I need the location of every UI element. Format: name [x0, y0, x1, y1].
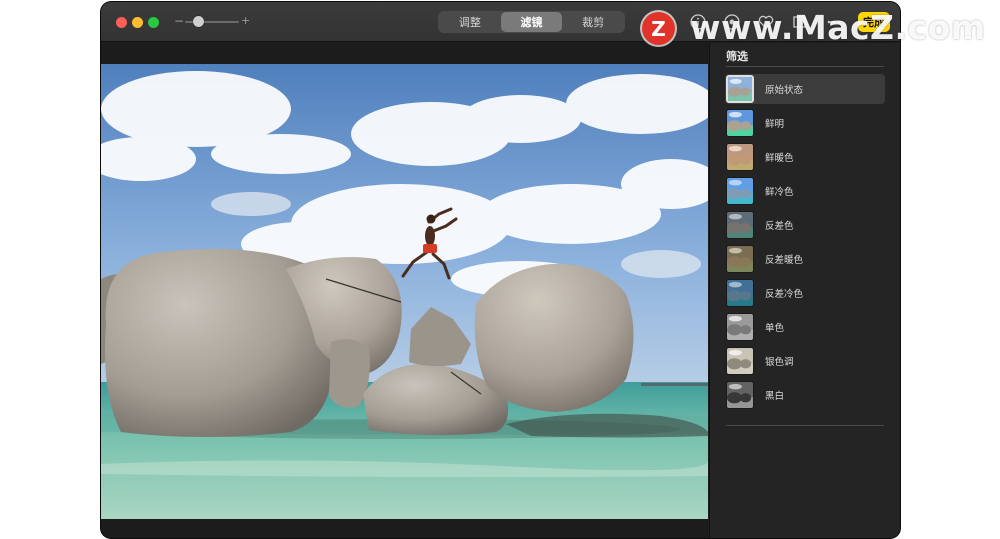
minimize-window-button[interactable]	[132, 17, 143, 28]
filter-thumbnail	[726, 245, 754, 273]
filter-thumbnail	[726, 279, 754, 307]
filter-label: 反差色	[765, 221, 794, 232]
filter-item[interactable]: 反差色	[725, 210, 885, 240]
filter-thumbnail	[726, 211, 754, 239]
macz-logo: Z	[642, 12, 675, 45]
tab-crop[interactable]: 裁剪	[562, 12, 624, 32]
close-window-button[interactable]	[116, 17, 127, 28]
photos-edit-window: − + 调整 滤镜 裁剪 完成 筛选 原始状态 鲜明 鲜暖色 鲜冷色 反差色 反…	[101, 2, 900, 538]
filter-label: 银色调	[765, 357, 794, 368]
filter-item[interactable]: 原始状态	[725, 74, 885, 104]
watermark-text: www.MacZ.com	[690, 8, 986, 47]
filter-item[interactable]: 鲜冷色	[725, 176, 885, 206]
tab-filters[interactable]: 滤镜	[500, 12, 563, 32]
tab-adjust[interactable]: 调整	[439, 12, 501, 32]
beach-rocks-photo	[101, 64, 708, 519]
filter-label: 单色	[765, 323, 785, 334]
edit-mode-segmented-control: 调整 滤镜 裁剪	[438, 11, 625, 33]
filter-label: 原始状态	[765, 85, 804, 96]
filter-label: 反差冷色	[765, 289, 804, 300]
filter-item[interactable]: 银色调	[725, 346, 885, 376]
filter-item[interactable]: 反差暖色	[725, 244, 885, 274]
filter-label: 黑白	[765, 391, 785, 402]
filter-thumbnail	[726, 177, 754, 205]
filter-label: 鲜暖色	[765, 153, 794, 164]
filter-item[interactable]: 单色	[725, 312, 885, 342]
filter-item[interactable]: 黑白	[725, 380, 885, 410]
filter-item[interactable]: 鲜暖色	[725, 142, 885, 172]
filter-thumbnail	[726, 347, 754, 375]
filter-label: 反差暖色	[765, 255, 804, 266]
filter-label: 鲜明	[765, 119, 785, 130]
filter-thumbnail	[726, 143, 754, 171]
zoom-out-icon[interactable]: −	[174, 14, 184, 28]
zoom-in-icon[interactable]: +	[241, 14, 250, 27]
panel-divider	[726, 66, 884, 67]
zoom-slider-thumb[interactable]	[193, 16, 204, 27]
filter-thumbnail	[726, 381, 754, 409]
filters-panel: 筛选 原始状态鲜明鲜暖色鲜冷色反差色反差暖色反差冷色单色银色调黑白	[709, 43, 900, 538]
photo-canvas	[101, 43, 708, 538]
panel-title: 筛选	[726, 50, 748, 63]
filter-item[interactable]: 反差冷色	[725, 278, 885, 308]
panel-divider-bottom	[726, 425, 884, 426]
filter-thumbnail	[726, 313, 754, 341]
filter-item[interactable]: 鲜明	[725, 108, 885, 138]
filter-thumbnail	[726, 75, 754, 103]
filter-thumbnail	[726, 109, 754, 137]
zoom-window-button[interactable]	[148, 17, 159, 28]
filter-label: 鲜冷色	[765, 187, 794, 198]
filter-list: 原始状态鲜明鲜暖色鲜冷色反差色反差暖色反差冷色单色银色调黑白	[725, 74, 885, 414]
